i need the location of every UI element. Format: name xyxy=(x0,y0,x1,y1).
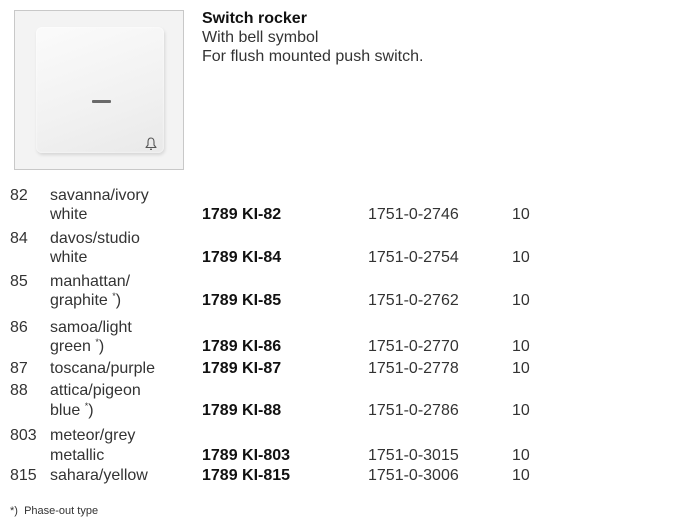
color-name-cont: blue *) xyxy=(50,401,94,420)
color-name-cont: white xyxy=(50,248,87,267)
footnote-text: Phase-out type xyxy=(24,505,99,517)
pack-quantity: 10 xyxy=(512,338,530,355)
color-name: savanna/ivory xyxy=(50,187,149,204)
product-title: Switch rocker xyxy=(202,10,307,27)
order-code: 1751-0-2778 xyxy=(368,360,459,377)
color-number: 86 xyxy=(10,319,28,336)
product-description: Switch rocker With bell symbol For flush… xyxy=(202,9,423,66)
color-name: samoa/light xyxy=(50,319,132,336)
article-number: 1789 KI-87 xyxy=(202,360,282,377)
color-name-line2: blue xyxy=(50,402,81,419)
color-number: 82 xyxy=(10,187,28,204)
article-number: 1789 KI-85 xyxy=(202,292,282,309)
order-code: 1751-0-2746 xyxy=(368,206,459,223)
color-name: sahara/yellow xyxy=(50,467,148,484)
article-number: 1789 KI-86 xyxy=(202,338,282,355)
color-name-cont: graphite *) xyxy=(50,291,121,310)
color-name-cont: metallic xyxy=(50,446,104,465)
pack-quantity: 10 xyxy=(512,249,530,266)
pack-quantity: 10 xyxy=(512,206,530,223)
article-number: 1789 KI-803 xyxy=(202,447,291,464)
article-number: 1789 KI-815 xyxy=(202,467,291,484)
footnote-paren: ) xyxy=(98,338,105,355)
color-number: 803 xyxy=(10,427,37,444)
footnote-paren: ) xyxy=(88,402,94,419)
color-name-cont: white xyxy=(50,205,87,224)
color-name-cont: green *) xyxy=(50,337,104,356)
color-name-line2: white xyxy=(50,206,88,223)
footnote: *) Phase-out type xyxy=(10,505,98,518)
color-name-line2: green xyxy=(50,338,91,355)
pack-quantity: 10 xyxy=(512,402,530,419)
color-name: attica/pigeon xyxy=(50,382,141,399)
indicator-slot xyxy=(92,100,111,103)
color-name: manhattan/ xyxy=(50,273,131,290)
color-name: meteor/grey xyxy=(50,427,136,444)
pack-quantity: 10 xyxy=(512,467,530,484)
color-name-line2: graphite xyxy=(50,292,108,309)
order-code: 1751-0-2786 xyxy=(368,402,459,419)
color-number: 815 xyxy=(10,467,37,484)
color-name-line2: metallic xyxy=(50,447,105,464)
article-number: 1789 KI-88 xyxy=(202,402,282,419)
order-code: 1751-0-2762 xyxy=(368,292,459,309)
pack-quantity: 10 xyxy=(512,447,530,464)
color-number: 88 xyxy=(10,382,28,399)
pack-quantity: 10 xyxy=(512,360,530,377)
color-number: 84 xyxy=(10,230,28,247)
article-number: 1789 KI-82 xyxy=(202,206,282,223)
footnote-paren: ) xyxy=(115,292,122,309)
product-image xyxy=(14,10,184,170)
order-code: 1751-0-3006 xyxy=(368,467,459,484)
order-code: 1751-0-3015 xyxy=(368,447,459,464)
pack-quantity: 10 xyxy=(512,292,530,309)
color-number: 85 xyxy=(10,273,28,290)
switch-rocker-illustration xyxy=(36,27,164,153)
color-name: davos/studio xyxy=(50,230,140,247)
bell-icon xyxy=(145,137,157,150)
order-code: 1751-0-2770 xyxy=(368,338,459,355)
order-code: 1751-0-2754 xyxy=(368,249,459,266)
product-feature: With bell symbol xyxy=(202,29,319,46)
color-name-line2: white xyxy=(50,249,88,266)
color-name: toscana/purple xyxy=(50,360,155,377)
footnote-paren: ) xyxy=(14,505,18,517)
article-number: 1789 KI-84 xyxy=(202,249,282,266)
product-application: For flush mounted push switch. xyxy=(202,48,424,65)
color-number: 87 xyxy=(10,360,28,377)
